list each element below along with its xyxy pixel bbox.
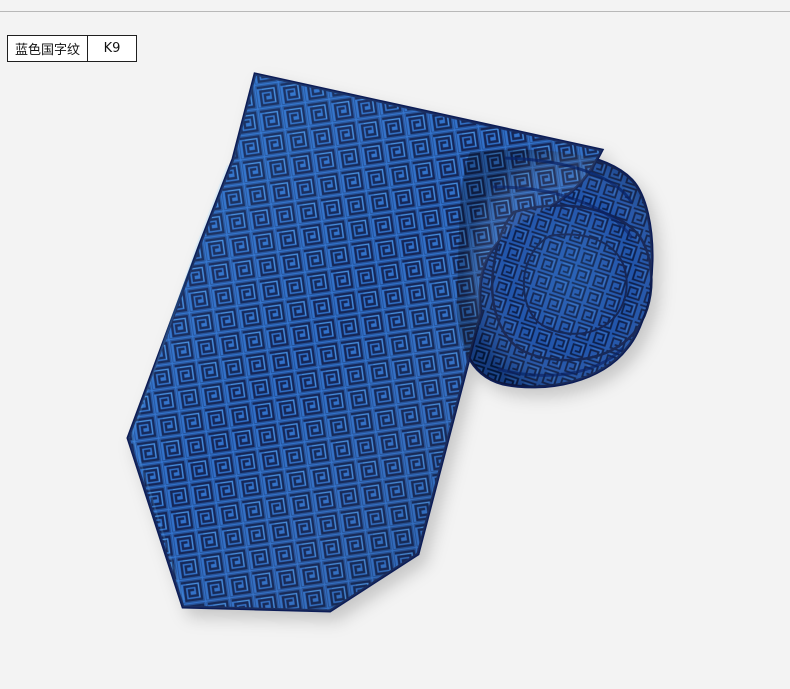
product-image — [126, 72, 654, 613]
tie — [126, 72, 654, 613]
roll-shading — [456, 149, 653, 387]
